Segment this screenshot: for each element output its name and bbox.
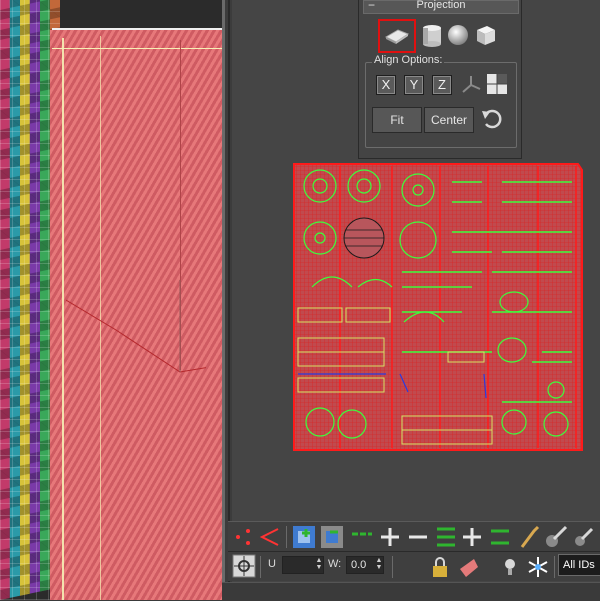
w-value[interactable]: 0.0 (351, 559, 366, 571)
u-label: U (268, 558, 276, 570)
toolbar-separator-2 (260, 556, 261, 578)
paint-filter-icon[interactable] (458, 555, 482, 579)
select-vertex-icon[interactable] (232, 525, 256, 549)
plus-icon-2[interactable] (460, 525, 484, 549)
bulb-icon[interactable] (498, 555, 522, 579)
align-z-button[interactable]: Z (432, 75, 452, 95)
ring-shrink-icon[interactable] (488, 525, 512, 549)
planar-map-button[interactable] (378, 19, 416, 53)
sphere-icon (448, 25, 468, 45)
brush-decrease-icon[interactable] (572, 525, 596, 549)
paint-select-icon[interactable] (518, 525, 542, 549)
loop-grow-icon[interactable] (350, 525, 374, 549)
w-spinner[interactable]: 0.0 ▲ ▼ (346, 556, 384, 574)
spherical-map-button[interactable] (443, 20, 473, 50)
material-id-dropdown[interactable]: All IDs (558, 554, 600, 576)
align-y-button[interactable]: Y (404, 75, 424, 95)
brush-increase-icon[interactable] (544, 525, 568, 549)
fit-button[interactable]: Fit (372, 107, 422, 133)
minus-icon[interactable] (406, 525, 430, 549)
box-map-button[interactable] (471, 20, 501, 50)
u-spinner[interactable]: ▲ ▼ (282, 556, 324, 574)
reset-undo-icon[interactable] (480, 108, 506, 130)
freeze-snowflake-icon[interactable] (526, 555, 550, 579)
uv-toolbar-bottom: U ▲ ▼ W: 0.0 ▲ ▼ (228, 551, 600, 581)
lock-selection-icon[interactable] (428, 555, 452, 579)
planar-icon (384, 29, 410, 44)
pillar-top-edge (52, 28, 222, 49)
3d-viewport[interactable] (0, 0, 222, 600)
rollout-header[interactable]: − Projection (363, 0, 519, 14)
gizmo-lines (66, 280, 206, 373)
spinner-arrows-w[interactable]: ▲ ▼ (375, 557, 383, 573)
align-options-label: Align Options: (372, 54, 445, 66)
w-label: W: (328, 558, 342, 570)
toolbar-separator-4 (554, 556, 555, 578)
shrink-selection-icon[interactable] (320, 525, 344, 549)
align-x-button[interactable]: X (376, 75, 396, 95)
grid-align-icon[interactable] (486, 73, 508, 95)
grow-selection-icon[interactable] (292, 525, 316, 549)
toolbar-separator (286, 526, 287, 548)
uv-toolbar-top (228, 521, 600, 552)
panel-divider (228, 0, 230, 600)
uv-islands-view[interactable] (292, 162, 584, 452)
spinner-arrows[interactable]: ▲ ▼ (315, 557, 323, 573)
plus-icon[interactable] (378, 525, 402, 549)
pillar-wire-edge (62, 38, 64, 600)
ring-grow-icon[interactable] (434, 525, 458, 549)
projection-rollout: − Projection Align Options: X Y Z Fit Ce… (358, 0, 522, 159)
rollout-title: Projection (416, 0, 466, 11)
toolbar-separator-3 (392, 556, 393, 578)
align-to-view-icon[interactable] (460, 73, 482, 95)
select-edge-icon[interactable] (258, 525, 282, 549)
center-button[interactable]: Center (424, 107, 474, 133)
absolute-offset-icon[interactable] (232, 554, 256, 578)
align-options-group: Align Options: X Y Z Fit Center (365, 54, 517, 148)
box-icon (477, 26, 495, 45)
status-strip (222, 582, 600, 601)
